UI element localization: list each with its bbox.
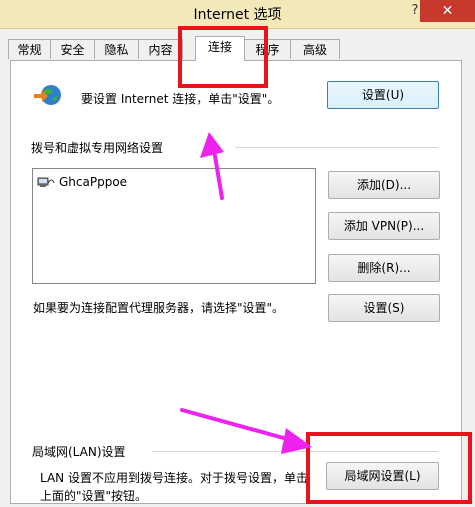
lan-heading: 局域网(LAN)设置: [32, 445, 126, 459]
connection-list[interactable]: GhcaPppoe: [32, 168, 316, 284]
tab-privacy[interactable]: 隐私: [94, 39, 139, 59]
tab-programs[interactable]: 程序: [244, 39, 291, 59]
dialup-settings-button[interactable]: 设置(S): [328, 294, 440, 322]
title-bar: Internet 选项 ? ✕: [0, 0, 475, 29]
connection-name: GhcaPppoe: [59, 175, 128, 189]
setup-instruction: 要设置 Internet 连接，单击"设置"。: [81, 92, 280, 106]
tab-security[interactable]: 安全: [50, 39, 95, 59]
tab-content[interactable]: 内容: [138, 39, 183, 59]
lan-settings-button[interactable]: 局域网设置(L): [326, 462, 439, 490]
proxy-instruction: 如果要为连接配置代理服务器，请选择"设置"。: [33, 301, 285, 315]
add-vpn-button[interactable]: 添加 VPN(P)...: [328, 212, 440, 240]
lan-instruction-line1: LAN 设置不应用到拨号连接。对于拨号设置，单击: [40, 471, 308, 485]
setup-button[interactable]: 设置(U): [327, 81, 439, 109]
dialup-heading: 拨号和虚拟专用网络设置: [31, 141, 164, 155]
lan-divider: [152, 451, 438, 452]
dialup-divider: [235, 147, 438, 148]
tab-advanced[interactable]: 高级: [290, 39, 340, 59]
tab-connections[interactable]: 连接: [195, 36, 245, 61]
remove-connection-button[interactable]: 删除(R)...: [328, 254, 440, 282]
internet-globe-icon: [34, 85, 61, 105]
add-connection-button[interactable]: 添加(D)...: [328, 171, 440, 199]
dialup-connection-icon: [37, 177, 55, 187]
close-button[interactable]: ✕: [420, 0, 475, 22]
tab-general[interactable]: 常规: [8, 39, 51, 59]
lan-instruction-line2: 上面的"设置"按钮。: [40, 489, 148, 503]
